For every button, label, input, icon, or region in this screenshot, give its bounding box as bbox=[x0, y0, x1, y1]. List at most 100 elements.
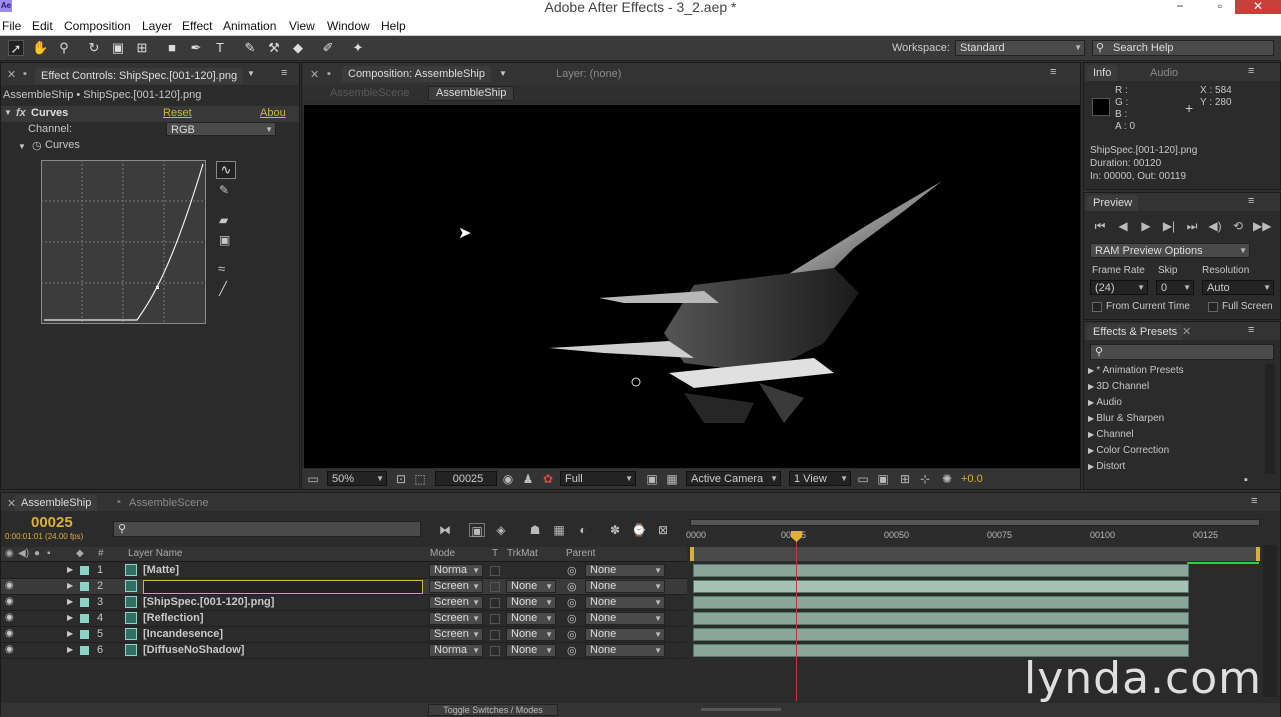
layer-duration-bar[interactable] bbox=[693, 580, 1189, 593]
about-link[interactable]: Abou bbox=[260, 107, 286, 119]
layer-duration-bar[interactable] bbox=[693, 596, 1189, 609]
eraser-tool-icon[interactable]: ◆ bbox=[290, 40, 306, 56]
parent-select[interactable]: None ▼ bbox=[585, 564, 665, 577]
current-time-field[interactable]: 00025 bbox=[435, 471, 497, 486]
menu-effect[interactable]: Effect bbox=[182, 19, 212, 33]
layer-name[interactable]: [ShipSpec.[001-120].png] bbox=[143, 596, 274, 608]
loop-icon[interactable]: ⟲ bbox=[1230, 219, 1246, 233]
parent-select[interactable]: None ▼ bbox=[585, 580, 665, 593]
close-icon[interactable]: ✕ bbox=[1182, 325, 1191, 338]
visibility-eye-icon[interactable]: ◉ bbox=[5, 612, 14, 623]
expand-triangle-icon[interactable]: ▼ bbox=[18, 142, 26, 151]
comp-viewer[interactable]: ➤ bbox=[304, 105, 1080, 468]
preserve-transparency-checkbox[interactable] bbox=[490, 614, 500, 624]
visibility-eye-icon[interactable]: ◉ bbox=[5, 580, 14, 591]
pickwhip-icon[interactable]: ◎ bbox=[567, 596, 577, 609]
trkmat-select[interactable]: None ▼ bbox=[506, 628, 556, 641]
tab-info[interactable]: Info bbox=[1087, 65, 1118, 81]
mask-visibility-icon[interactable]: ⬚ bbox=[412, 472, 428, 486]
lock-icon[interactable]: ▪ bbox=[327, 68, 331, 80]
search-help-input[interactable]: ⚲ Search Help bbox=[1092, 40, 1274, 56]
tab-assemblescene[interactable]: AssembleScene bbox=[123, 495, 215, 511]
brainstorm-icon[interactable]: ✽ bbox=[607, 523, 623, 537]
graph-editor-icon[interactable]: ⊠ bbox=[655, 523, 671, 537]
layer-name[interactable]: [Reflection] bbox=[143, 612, 204, 624]
effects-search-input[interactable]: ⚲ bbox=[1090, 344, 1274, 360]
expand-triangle-icon[interactable]: ▶ bbox=[67, 581, 73, 590]
mode-select[interactable]: Screen ▼ bbox=[429, 596, 483, 609]
layer-name[interactable]: [DiffuseNoShadow] bbox=[143, 644, 244, 656]
current-time-indicator[interactable] bbox=[796, 531, 797, 701]
mini-flowchart-icon[interactable]: ⧓ bbox=[437, 523, 453, 537]
minimize-button[interactable]: − bbox=[1166, 0, 1194, 14]
snapshot-icon[interactable]: ◉ bbox=[500, 472, 516, 486]
trkmat-select[interactable]: None ▼ bbox=[506, 612, 556, 625]
label-color-swatch[interactable] bbox=[80, 598, 89, 607]
restore-button[interactable]: ▫ bbox=[1206, 0, 1234, 14]
tab-effect-controls[interactable]: Effect Controls: ShipSpec.[001-120].png bbox=[35, 68, 244, 84]
menu-animation[interactable]: Animation bbox=[223, 19, 276, 33]
play-icon[interactable]: ▶ bbox=[1138, 219, 1154, 233]
list-item[interactable]: ▶ Blur & Sharpen bbox=[1088, 412, 1263, 428]
menu-file[interactable]: File bbox=[2, 19, 21, 33]
table-row[interactable]: ◉ ▶ 6 [DiffuseNoShadow] Norma ▼ None ▼ ◎ None ▼ bbox=[1, 643, 687, 659]
expand-triangle-icon[interactable]: ▶ bbox=[67, 565, 73, 574]
show-snapshot-icon[interactable]: ♟ bbox=[520, 472, 536, 486]
lock-icon[interactable]: ▪ bbox=[23, 68, 27, 80]
menu-edit[interactable]: Edit bbox=[32, 19, 53, 33]
list-item[interactable]: ▶ Channel bbox=[1088, 428, 1263, 444]
list-item[interactable]: ▶ * Animation Presets bbox=[1088, 364, 1263, 380]
tab-dropdown-icon[interactable]: ▼ bbox=[247, 69, 255, 78]
clone-stamp-tool-icon[interactable]: ⚒ bbox=[266, 40, 282, 56]
close-icon[interactable]: ✕ bbox=[7, 68, 16, 81]
list-item[interactable]: ▶ Audio bbox=[1088, 396, 1263, 412]
mode-select[interactable]: Norma ▼ bbox=[429, 644, 483, 657]
camera-select[interactable]: Active Camera ▼ bbox=[686, 471, 781, 486]
layer-duration-bar[interactable] bbox=[693, 612, 1189, 625]
list-item[interactable]: ▶ Color Correction bbox=[1088, 444, 1263, 460]
from-current-checkbox[interactable] bbox=[1092, 302, 1102, 312]
timeline-scrollbar[interactable] bbox=[1263, 545, 1277, 697]
layer-name[interactable] bbox=[143, 580, 423, 594]
label-color-swatch[interactable] bbox=[80, 582, 89, 591]
expand-triangle-icon[interactable]: ▶ bbox=[67, 645, 73, 654]
zoom-slider[interactable] bbox=[701, 708, 781, 711]
panel-menu-icon[interactable]: ≡ bbox=[1248, 65, 1254, 77]
shy-layers-icon[interactable]: ☗ bbox=[527, 523, 543, 537]
pencil-tool-icon[interactable]: ✎ bbox=[219, 183, 229, 197]
channel-select[interactable]: RGB ▼ bbox=[166, 122, 276, 136]
menu-composition[interactable]: Composition bbox=[64, 19, 131, 33]
parent-select[interactable]: None ▼ bbox=[585, 596, 665, 609]
hand-tool-icon[interactable]: ✋ bbox=[32, 40, 48, 56]
magnification-select[interactable]: 50% ▼ bbox=[327, 471, 387, 486]
frame-rate-select[interactable]: (24) ▼ bbox=[1090, 280, 1148, 295]
close-icon[interactable]: ✕ bbox=[310, 68, 319, 81]
fx-icon[interactable]: fx bbox=[16, 107, 26, 119]
motion-blur-icon[interactable]: ◐ bbox=[575, 523, 591, 537]
label-color-swatch[interactable] bbox=[80, 614, 89, 623]
preserve-transparency-checkbox[interactable] bbox=[490, 646, 500, 656]
resolution-select[interactable]: Full ▼ bbox=[560, 471, 636, 486]
parent-select[interactable]: None ▼ bbox=[585, 644, 665, 657]
exposure-icon[interactable]: ✺ bbox=[939, 472, 955, 486]
close-button[interactable]: ✕ bbox=[1235, 0, 1281, 14]
type-tool-icon[interactable]: T bbox=[212, 40, 228, 56]
pickwhip-icon[interactable]: ◎ bbox=[567, 564, 577, 577]
table-row[interactable]: ◉ ▶ 5 [Incandesence] Screen ▼ None ▼ ◎ None ▼ bbox=[1, 627, 687, 643]
full-screen-checkbox[interactable] bbox=[1208, 302, 1218, 312]
open-folder-icon[interactable]: ▰ bbox=[219, 213, 228, 227]
zoom-tool-icon[interactable]: ⚲ bbox=[56, 40, 72, 56]
scrollbar[interactable] bbox=[1265, 364, 1275, 474]
first-frame-icon[interactable]: ⏮ bbox=[1092, 219, 1108, 233]
nav-prev-comp[interactable]: AssembleScene bbox=[330, 87, 410, 99]
timeline-search-input[interactable]: ⚲ bbox=[113, 521, 421, 537]
3d-draft-icon[interactable]: ◈ bbox=[493, 523, 509, 537]
mode-select[interactable]: Screen ▼ bbox=[429, 612, 483, 625]
parent-select[interactable]: None ▼ bbox=[585, 612, 665, 625]
rectangle-tool-icon[interactable]: ■ bbox=[164, 40, 180, 56]
ram-preview-options-select[interactable]: RAM Preview Options ▼ bbox=[1090, 243, 1250, 258]
table-row[interactable]: ◉ ▶ 3 [ShipSpec.[001-120].png] Screen ▼ None ▼ ◎… bbox=[1, 595, 687, 611]
mute-audio-icon[interactable]: ◀) bbox=[1207, 219, 1223, 233]
pan-behind-tool-icon[interactable]: ⊞ bbox=[134, 40, 150, 56]
tab-layer[interactable]: Layer: (none) bbox=[550, 66, 627, 82]
